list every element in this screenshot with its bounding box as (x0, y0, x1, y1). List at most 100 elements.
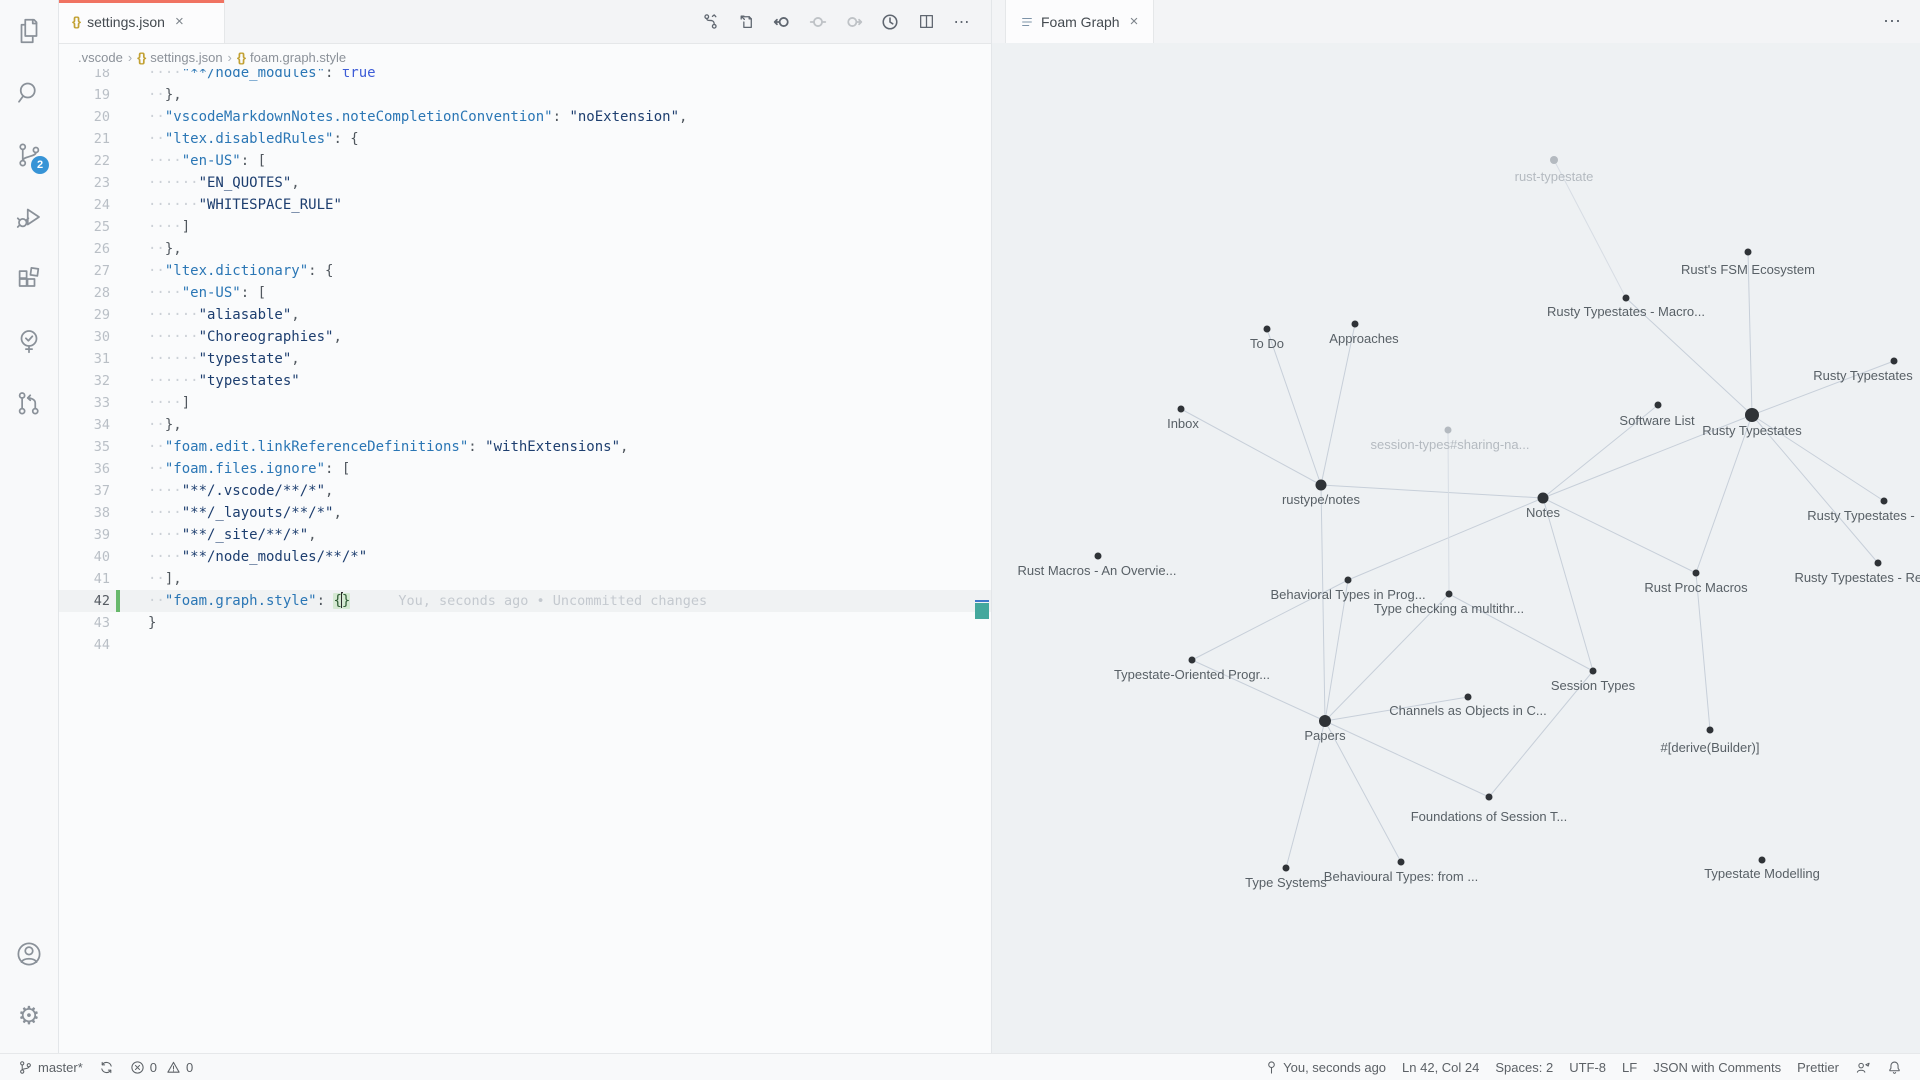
account-button[interactable] (0, 923, 58, 985)
code-line-38[interactable]: 38····"**/_layouts/**/*", (58, 502, 991, 524)
graph-node-typestate-oriented[interactable] (1189, 657, 1196, 664)
code-line-22[interactable]: 22····"en-US": [ (58, 150, 991, 172)
graph-edge (1696, 415, 1752, 573)
panel-more-actions-icon[interactable]: ⋯ (1883, 0, 1903, 43)
graph-node-channels[interactable] (1465, 694, 1472, 701)
code-line-37[interactable]: 37····"**/.vscode/**/*", (58, 480, 991, 502)
encoding-status[interactable]: UTF-8 (1561, 1054, 1614, 1080)
breadcrumb-segment-symbol[interactable]: {} foam.graph.style (237, 50, 346, 65)
graph-node-type-checking[interactable] (1446, 591, 1453, 598)
open-preview-icon[interactable] (733, 9, 759, 35)
code-line-23[interactable]: 23······"EN_QUOTES", (58, 172, 991, 194)
more-actions-icon[interactable]: ⋯ (949, 9, 975, 35)
close-tab-icon[interactable]: × (1127, 11, 1142, 32)
graph-node-rust-macros[interactable] (1095, 553, 1102, 560)
sidebar-item-extensions[interactable] (0, 248, 58, 310)
foam-graph-view[interactable]: rust-typestateRust's FSM EcosystemRusty … (992, 43, 1920, 1053)
code-line-29[interactable]: 29······"aliasable", (58, 304, 991, 326)
cursor-position-status[interactable]: Ln 42, Col 24 (1394, 1054, 1487, 1080)
previous-change-icon[interactable] (769, 9, 795, 35)
code-line-43[interactable]: 43} (58, 612, 991, 634)
graph-node-session-types-node[interactable] (1590, 668, 1597, 675)
tab-settings-json[interactable]: {} settings.json × (58, 0, 225, 43)
code-line-26[interactable]: 26··}, (58, 238, 991, 260)
code-line-25[interactable]: 25····] (58, 216, 991, 238)
code-line-28[interactable]: 28····"en-US": [ (58, 282, 991, 304)
sidebar-item-search[interactable] (0, 62, 58, 124)
graph-node-todo[interactable] (1264, 326, 1271, 333)
breadcrumb-segment-folder[interactable]: .vscode (78, 50, 123, 65)
blame-status[interactable]: You, seconds ago (1257, 1054, 1394, 1080)
graph-node-rust-proc[interactable] (1693, 570, 1700, 577)
code-line-41[interactable]: 41··], (58, 568, 991, 590)
code-line-31[interactable]: 31······"typestate", (58, 348, 991, 370)
code-line-24[interactable]: 24······"WHITESPACE_RULE" (58, 194, 991, 216)
graph-node-approaches[interactable] (1352, 321, 1359, 328)
graph-node-recei[interactable] (1875, 560, 1882, 567)
sidebar-item-source-control-graph[interactable] (0, 372, 58, 434)
sidebar-item-source-control[interactable]: 2 (0, 124, 58, 186)
graph-node-rustype-notes[interactable] (1316, 480, 1327, 491)
sidebar-item-explorer[interactable] (0, 0, 58, 62)
graph-node-behavioral[interactable] (1345, 577, 1352, 584)
code-line-40[interactable]: 40····"**/node_modules/**/*" (58, 546, 991, 568)
graph-node-behavioural-types[interactable] (1398, 859, 1405, 866)
current-change-icon[interactable] (805, 9, 831, 35)
sidebar-item-run-debug[interactable] (0, 186, 58, 248)
code-line-18[interactable]: 18····"**/node_modules": true (58, 69, 991, 84)
language-mode-status[interactable]: JSON with Comments (1645, 1054, 1789, 1080)
code-line-34[interactable]: 34··}, (58, 414, 991, 436)
sidebar-item-testing[interactable] (0, 310, 58, 372)
graph-node-label: Notes (1526, 505, 1560, 520)
note-graph[interactable]: rust-typestateRust's FSM EcosystemRusty … (992, 43, 1920, 1053)
graph-node-papers[interactable] (1319, 715, 1331, 727)
graph-node-notes[interactable] (1538, 493, 1549, 504)
notifications-button[interactable] (1879, 1054, 1910, 1080)
line-number: 43 (58, 612, 110, 634)
graph-node-type-systems[interactable] (1283, 865, 1290, 872)
breadcrumb-segment-file[interactable]: {} settings.json (137, 50, 222, 65)
sync-button[interactable] (91, 1054, 122, 1080)
timeline-icon[interactable] (877, 9, 903, 35)
code-line-36[interactable]: 36··"foam.files.ignore": [ (58, 458, 991, 480)
git-branch-status[interactable]: master* (10, 1054, 91, 1080)
line-number: 19 (58, 84, 110, 106)
code-line-44[interactable]: 44 (58, 634, 991, 656)
gutter (116, 414, 120, 436)
graph-node-software-list[interactable] (1655, 402, 1662, 409)
problems-status[interactable]: 0 0 (122, 1054, 201, 1080)
close-tab-icon[interactable]: × (172, 11, 187, 32)
line-number: 38 (58, 502, 110, 524)
code-line-21[interactable]: 21··"ltex.disabledRules": { (58, 128, 991, 150)
code-line-27[interactable]: 27··"ltex.dictionary": { (58, 260, 991, 282)
graph-node-derive[interactable] (1707, 727, 1714, 734)
code-line-39[interactable]: 39····"**/_site/**/*", (58, 524, 991, 546)
graph-node-inbox[interactable] (1178, 406, 1185, 413)
code-line-20[interactable]: 20··"vscodeMarkdownNotes.noteCompletionC… (58, 106, 991, 128)
graph-node-session-types[interactable] (1445, 427, 1452, 434)
eol-status[interactable]: LF (1614, 1054, 1645, 1080)
code-editor[interactable]: 18····"**/node_modules": true19··},20··"… (58, 69, 991, 1053)
indentation-status[interactable]: Spaces: 2 (1487, 1054, 1561, 1080)
split-editor-icon[interactable] (913, 9, 939, 35)
code-line-35[interactable]: 35··"foam.edit.linkReferenceDefinitions"… (58, 436, 991, 458)
graph-node-macro[interactable] (1623, 295, 1630, 302)
open-graph-icon[interactable] (697, 9, 723, 35)
formatter-status[interactable]: Prettier (1789, 1054, 1847, 1080)
graph-node-rusts-fsm[interactable] (1745, 249, 1752, 256)
graph-node-rust-typestate[interactable] (1550, 156, 1558, 164)
tab-foam-graph[interactable]: Foam Graph × (1005, 0, 1154, 43)
feedback-button[interactable] (1847, 1054, 1879, 1080)
graph-node-typestate-modelling[interactable] (1759, 857, 1766, 864)
code-line-32[interactable]: 32······"typestates" (58, 370, 991, 392)
code-line-19[interactable]: 19··}, (58, 84, 991, 106)
graph-node-rt-midright[interactable] (1881, 498, 1888, 505)
graph-node-foundations[interactable] (1486, 794, 1493, 801)
next-change-icon[interactable] (841, 9, 867, 35)
graph-node-rt-topright[interactable] (1891, 358, 1898, 365)
settings-button[interactable]: ⚙ (0, 985, 58, 1047)
code-line-30[interactable]: 30······"Choreographies", (58, 326, 991, 348)
code-line-42[interactable]: 42··"foam.graph.style": {}You, seconds a… (58, 590, 991, 612)
graph-node-hub[interactable] (1745, 408, 1759, 422)
code-line-33[interactable]: 33····] (58, 392, 991, 414)
